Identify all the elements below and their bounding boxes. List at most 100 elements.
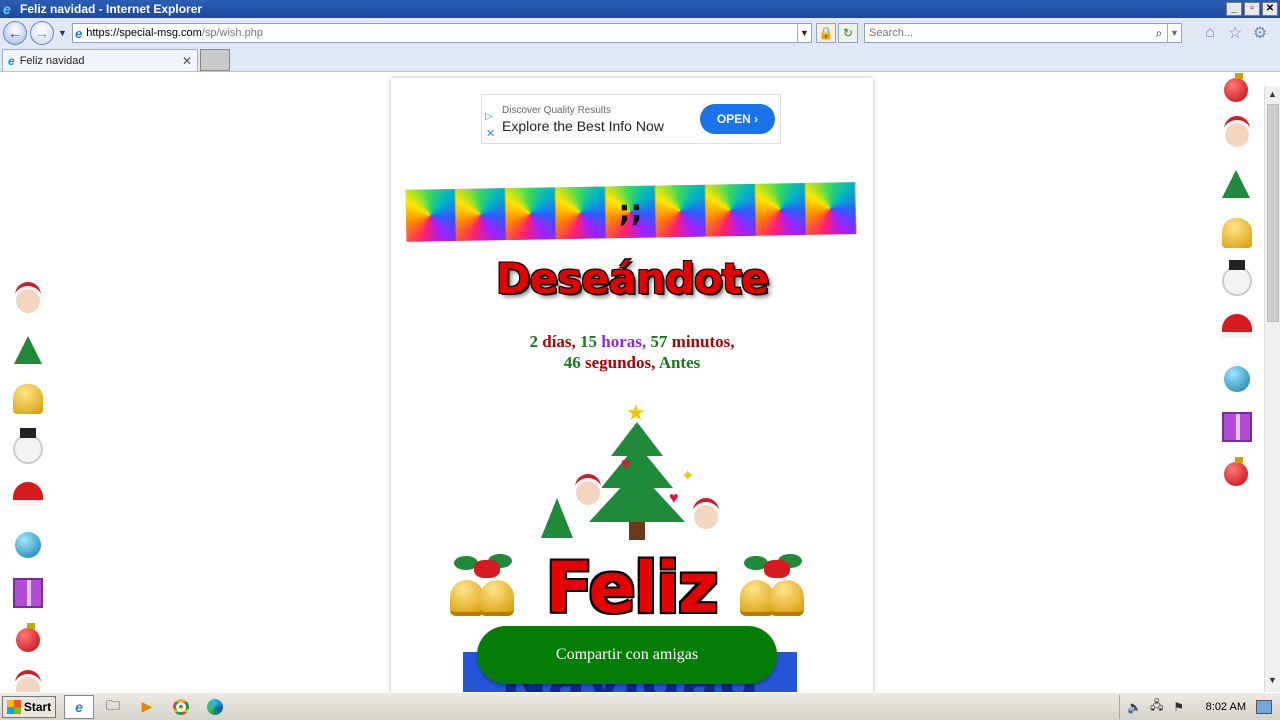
banner-tile bbox=[555, 186, 607, 240]
scroll-up-icon[interactable]: ▲ bbox=[1265, 86, 1280, 102]
clock[interactable]: 8:02 AM bbox=[1206, 701, 1246, 713]
scrollbar-thumb[interactable] bbox=[1267, 104, 1279, 322]
minutes-label: minutos, bbox=[671, 332, 735, 351]
vertical-scrollbar[interactable]: ▲ ▼ bbox=[1264, 86, 1280, 692]
taskbar: Start e 🗀 ▶ 🔈 🖧 ⚑ 8:02 AM bbox=[0, 692, 1280, 720]
minutes-value: 57 bbox=[650, 332, 668, 351]
window-title: Feliz navidad - Internet Explorer bbox=[20, 2, 203, 16]
page-icon: e bbox=[75, 25, 83, 41]
blue-ornament-icon bbox=[1224, 366, 1250, 392]
internet-explorer-icon[interactable]: e bbox=[64, 694, 94, 719]
new-tab-button[interactable] bbox=[200, 49, 230, 71]
tab-bar: e Feliz navidad ✕ bbox=[0, 48, 1280, 72]
gift-icon bbox=[13, 578, 43, 608]
banner-tile bbox=[455, 188, 507, 242]
santa-face-icon bbox=[573, 478, 603, 508]
rainbow-banner: ;; bbox=[405, 182, 857, 242]
seconds-label: segundos, bbox=[584, 353, 656, 372]
address-dropdown-icon[interactable]: ▼ bbox=[797, 24, 811, 42]
greeting-card: ▷ ✕ Discover Quality Results Explore the… bbox=[391, 78, 873, 692]
days-label: días, bbox=[542, 332, 576, 351]
start-button[interactable]: Start bbox=[2, 695, 56, 718]
network-icon[interactable]: 🖧 bbox=[1148, 696, 1166, 717]
media-player-icon[interactable]: ▶ bbox=[132, 695, 162, 719]
feliz-title: Feliz bbox=[545, 547, 718, 629]
santa-icon bbox=[13, 286, 43, 316]
address-host: https://special-msg.com bbox=[86, 27, 202, 39]
navigation-bar: ← → ▼ e https://special-msg.com/sp/wish.… bbox=[0, 18, 1280, 48]
ad-subtitle: Discover Quality Results bbox=[502, 105, 611, 116]
restore-button[interactable]: ▫ bbox=[1244, 2, 1260, 16]
close-window-button[interactable]: ✕ bbox=[1262, 2, 1278, 16]
window-titlebar: e Feliz navidad - Internet Explorer _ ▫ … bbox=[0, 0, 1280, 18]
heart-icon: ♥ bbox=[621, 456, 631, 473]
start-label: Start bbox=[23, 699, 52, 714]
internet-explorer-icon: e bbox=[3, 1, 11, 17]
system-tray: 🔈 🖧 ⚑ 8:02 AM bbox=[1118, 694, 1280, 719]
address-bar[interactable]: e https://special-msg.com/sp/wish.php ▼ bbox=[72, 23, 812, 43]
edge-icon[interactable] bbox=[200, 695, 230, 719]
page-content: ▷ ✕ Discover Quality Results Explore the… bbox=[0, 72, 1280, 692]
show-desktop-button[interactable] bbox=[1256, 699, 1272, 714]
hours-value: 15 bbox=[580, 332, 598, 351]
tab-feliz-navidad[interactable]: e Feliz navidad ✕ bbox=[2, 49, 198, 71]
red-ornament-icon bbox=[1224, 457, 1248, 486]
banner-tile bbox=[755, 182, 807, 236]
bells-icon bbox=[736, 548, 816, 628]
bell-icon bbox=[13, 384, 43, 414]
forward-button[interactable]: → bbox=[30, 21, 54, 45]
banner-tile bbox=[405, 189, 457, 242]
ad-title: Explore the Best Info Now bbox=[502, 118, 664, 134]
feliz-row: Feliz bbox=[446, 548, 818, 638]
tab-label: Feliz navidad bbox=[19, 54, 85, 67]
close-tab-icon[interactable]: ✕ bbox=[182, 54, 192, 68]
refresh-icon[interactable]: ↻ bbox=[838, 23, 858, 43]
banner-tile bbox=[655, 184, 707, 238]
countdown-text: 2 días, 15 horas, 57 minutos, 46 segundo… bbox=[391, 331, 873, 373]
red-ornament-icon bbox=[1224, 73, 1248, 102]
headline: Deseándote bbox=[495, 254, 770, 303]
lock-icon[interactable]: 🔒 bbox=[816, 23, 836, 43]
banner-tile bbox=[705, 183, 757, 237]
santa-hat-icon bbox=[13, 482, 43, 506]
santa-icon bbox=[1222, 120, 1252, 150]
blue-ornament-icon bbox=[15, 532, 41, 558]
search-input[interactable] bbox=[869, 27, 1151, 39]
banner-tile bbox=[805, 182, 857, 235]
file-explorer-icon[interactable]: 🗀 bbox=[98, 695, 128, 719]
santa-hat-icon bbox=[1222, 314, 1252, 338]
santa-icon bbox=[13, 674, 43, 692]
search-box[interactable]: ⌕ ▼ bbox=[864, 23, 1182, 43]
search-dropdown-icon[interactable]: ▼ bbox=[1167, 24, 1181, 42]
favorites-star-icon[interactable]: ☆ bbox=[1223, 23, 1247, 43]
snowman-icon bbox=[1222, 260, 1252, 296]
banner-symbol: ;; bbox=[618, 193, 643, 230]
chrome-icon[interactable] bbox=[166, 695, 196, 719]
countdown-suffix: Antes bbox=[658, 353, 701, 372]
heart-icon: ♥ bbox=[669, 490, 679, 507]
back-button[interactable]: ← bbox=[3, 21, 27, 45]
minimize-button[interactable]: _ bbox=[1226, 2, 1242, 16]
seconds-value: 46 bbox=[563, 353, 581, 372]
share-with-friends-button[interactable]: Compartir con amigas bbox=[477, 626, 777, 684]
tree-icon bbox=[14, 336, 42, 364]
ad-open-button[interactable]: OPEN › bbox=[700, 104, 775, 134]
tab-page-icon: e bbox=[8, 53, 15, 68]
christmas-tree-illustration: ★ ♥ ♥ ✦ bbox=[541, 400, 731, 546]
speaker-icon[interactable]: 🔈 bbox=[1126, 700, 1144, 714]
search-icon[interactable]: ⌕ bbox=[1151, 26, 1167, 41]
address-path: /sp/wish.php bbox=[201, 27, 263, 39]
tree-icon bbox=[1222, 170, 1250, 198]
history-dropdown-icon[interactable]: ▼ bbox=[58, 28, 68, 38]
ad-close-icon[interactable]: ✕ bbox=[486, 127, 495, 140]
gift-icon bbox=[1222, 412, 1252, 442]
flag-icon[interactable]: ⚑ bbox=[1170, 700, 1188, 714]
ad-banner[interactable]: ▷ ✕ Discover Quality Results Explore the… bbox=[481, 94, 781, 144]
scroll-down-icon[interactable]: ▼ bbox=[1265, 672, 1280, 688]
windows-logo-icon bbox=[6, 699, 21, 714]
sparkle-icon: ✦ bbox=[681, 468, 695, 485]
home-icon[interactable]: ⌂ bbox=[1198, 24, 1222, 42]
settings-gear-icon[interactable]: ⚙ bbox=[1248, 23, 1272, 43]
ad-choices-icon[interactable]: ▷ bbox=[485, 111, 493, 122]
red-ornament-icon bbox=[16, 623, 40, 652]
